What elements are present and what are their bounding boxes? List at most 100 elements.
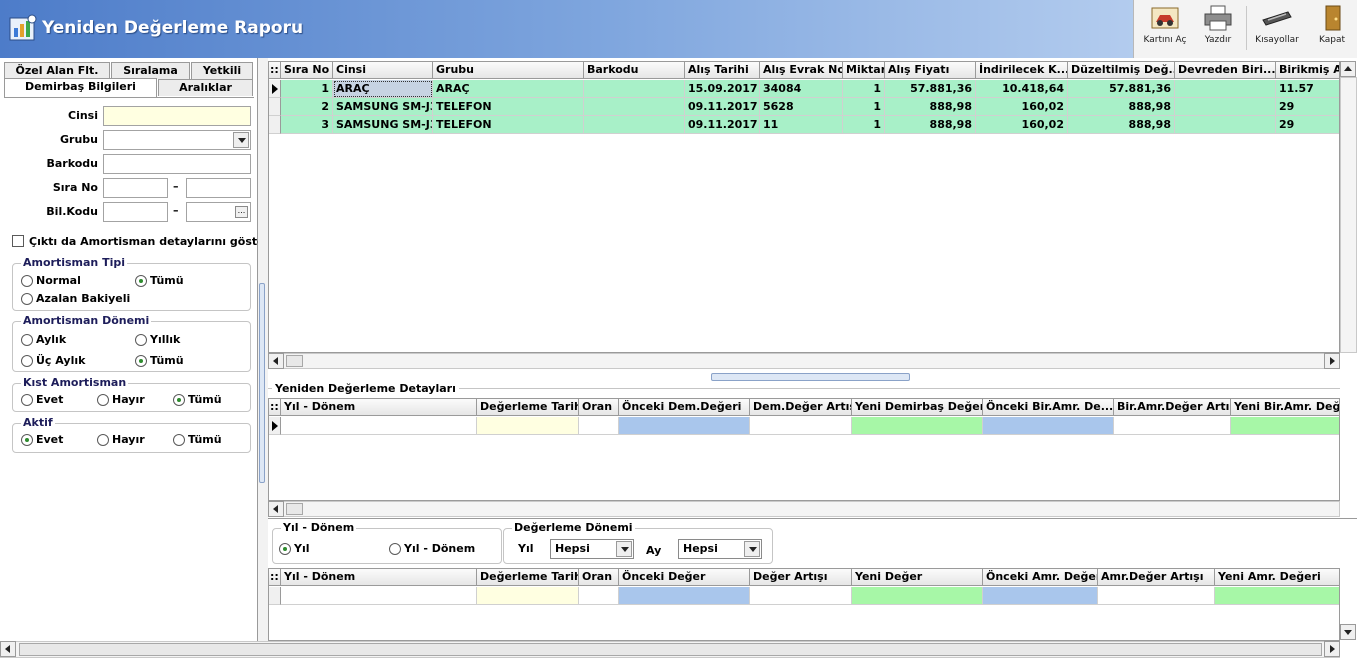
table-cell[interactable]: 888,98 bbox=[885, 116, 976, 134]
table-cell[interactable] bbox=[584, 116, 685, 134]
table-cell[interactable]: ARAÇ bbox=[333, 80, 433, 98]
column-header[interactable]: Yeni Değer bbox=[852, 569, 983, 586]
column-header[interactable]: Oran bbox=[579, 569, 619, 586]
table-cell[interactable] bbox=[281, 417, 477, 435]
table-cell[interactable]: 29 bbox=[1276, 116, 1339, 134]
current-row-indicator[interactable] bbox=[269, 417, 281, 435]
table-cell[interactable] bbox=[619, 417, 750, 435]
table-cell[interactable]: 09.11.2017 bbox=[685, 98, 760, 116]
window-scroll-thumb[interactable] bbox=[19, 643, 1322, 656]
column-header[interactable]: Grubu bbox=[433, 62, 584, 79]
table-cell[interactable]: 57.881,36 bbox=[1068, 80, 1175, 98]
dep-type-normal-radio[interactable] bbox=[21, 275, 33, 287]
active-all-radio[interactable] bbox=[173, 434, 185, 446]
column-header[interactable]: Yıl - Dönem bbox=[281, 399, 477, 416]
table-cell[interactable]: 34084 bbox=[760, 80, 843, 98]
main-vscroll-track[interactable] bbox=[1340, 77, 1357, 353]
year-select[interactable]: Hepsi bbox=[550, 539, 634, 559]
column-header[interactable]: Sıra No bbox=[281, 62, 333, 79]
column-header[interactable]: Alış Fiyatı bbox=[885, 62, 976, 79]
table-cell[interactable]: 1 bbox=[843, 80, 885, 98]
column-header[interactable]: Alış Evrak No bbox=[760, 62, 843, 79]
column-header[interactable]: Yıl - Dönem bbox=[281, 569, 477, 586]
table-cell[interactable] bbox=[852, 587, 983, 605]
column-header[interactable]: Birikmiş A... bbox=[1276, 62, 1339, 79]
column-header[interactable]: Değerleme Tarihi bbox=[477, 399, 579, 416]
table-cell[interactable] bbox=[750, 417, 852, 435]
tab-sort[interactable]: Sıralama bbox=[111, 62, 190, 79]
table-cell[interactable]: 11.57 bbox=[1276, 80, 1339, 98]
column-header[interactable]: İndirilecek K... bbox=[976, 62, 1068, 79]
open-card-button[interactable]: Kartını Aç bbox=[1140, 4, 1190, 54]
details-scroll-thumb[interactable] bbox=[286, 503, 303, 515]
column-header[interactable]: Düzeltilmiş Değ... bbox=[1068, 62, 1175, 79]
main-scroll-up[interactable] bbox=[1340, 61, 1356, 77]
column-header[interactable]: Alış Tarihi bbox=[685, 62, 760, 79]
table-cell[interactable]: 160,02 bbox=[976, 98, 1068, 116]
shortcuts-button[interactable]: Kısayollar bbox=[1252, 4, 1302, 54]
partial-no-radio[interactable] bbox=[97, 394, 109, 406]
main-scroll-right[interactable] bbox=[1324, 353, 1340, 369]
type-input[interactable] bbox=[103, 106, 251, 126]
table-cell[interactable]: TELEFON bbox=[433, 116, 584, 134]
table-cell[interactable] bbox=[1175, 98, 1276, 116]
table-cell[interactable] bbox=[477, 587, 579, 605]
column-header[interactable]: Önceki Amr. Değeri bbox=[983, 569, 1098, 586]
table-cell[interactable]: 10.418,64 bbox=[976, 80, 1068, 98]
table-cell[interactable]: 3 bbox=[281, 116, 333, 134]
dep-period-monthly-radio[interactable] bbox=[21, 334, 33, 346]
table-cell[interactable] bbox=[983, 587, 1098, 605]
table-cell[interactable] bbox=[1215, 587, 1339, 605]
main-scroll-thumb[interactable] bbox=[286, 355, 303, 367]
dep-period-all-radio[interactable] bbox=[135, 355, 147, 367]
table-cell[interactable]: 1 bbox=[281, 80, 333, 98]
table-cell[interactable] bbox=[579, 417, 619, 435]
column-header[interactable]: Önceki Bir.Amr. De... bbox=[983, 399, 1114, 416]
partial-all-radio[interactable] bbox=[173, 394, 185, 406]
table-cell[interactable]: 1 bbox=[843, 98, 885, 116]
table-cell[interactable] bbox=[1175, 80, 1276, 98]
table-cell[interactable]: SAMSUNG SM-J3 bbox=[333, 98, 433, 116]
table-cell[interactable]: 2 bbox=[281, 98, 333, 116]
column-header[interactable]: Barkodu bbox=[584, 62, 685, 79]
bottom-scroll-down[interactable] bbox=[1340, 624, 1356, 640]
table-cell[interactable] bbox=[584, 98, 685, 116]
table-cell[interactable] bbox=[750, 587, 852, 605]
column-header[interactable]: Önceki Dem.Değeri bbox=[619, 399, 750, 416]
column-header[interactable]: Amr.Değer Artışı bbox=[1098, 569, 1215, 586]
splitter-grip[interactable] bbox=[259, 283, 265, 483]
partial-yes-radio[interactable] bbox=[21, 394, 33, 406]
vertical-splitter-grip[interactable] bbox=[711, 373, 910, 381]
row-indicator[interactable] bbox=[269, 98, 281, 116]
details-scroll-left[interactable] bbox=[268, 501, 284, 517]
barcode-input[interactable] bbox=[103, 154, 251, 174]
table-cell[interactable]: 29 bbox=[1276, 98, 1339, 116]
table-cell[interactable]: 888,98 bbox=[885, 98, 976, 116]
table-cell[interactable] bbox=[584, 80, 685, 98]
table-cell[interactable]: 888,98 bbox=[1068, 116, 1175, 134]
table-cell[interactable] bbox=[1098, 587, 1215, 605]
column-header[interactable]: Yeni Demirbaş Değeri bbox=[852, 399, 983, 416]
show-details-checkbox[interactable] bbox=[12, 235, 24, 247]
table-cell[interactable]: 888,98 bbox=[1068, 98, 1175, 116]
group-select[interactable] bbox=[103, 130, 251, 150]
table-cell[interactable] bbox=[477, 417, 579, 435]
chevron-down-icon[interactable] bbox=[616, 541, 632, 557]
chevron-down-icon[interactable] bbox=[744, 541, 760, 557]
chevron-down-icon[interactable] bbox=[233, 132, 249, 148]
column-header[interactable]: Önceki Değer bbox=[619, 569, 750, 586]
table-cell[interactable] bbox=[852, 417, 983, 435]
column-header[interactable]: Değerleme Tarihi bbox=[477, 569, 579, 586]
table-cell[interactable]: 5628 bbox=[760, 98, 843, 116]
main-scroll-left[interactable] bbox=[268, 353, 284, 369]
accounting-code-to-input[interactable]: ... bbox=[186, 202, 251, 222]
table-cell[interactable] bbox=[281, 587, 477, 605]
seq-to-input[interactable] bbox=[186, 178, 251, 198]
row-indicator[interactable] bbox=[269, 587, 281, 605]
table-cell[interactable]: SAMSUNG SM-J3 bbox=[333, 116, 433, 134]
table-cell[interactable]: 09.11.2017 bbox=[685, 116, 760, 134]
table-cell[interactable]: ARAÇ bbox=[433, 80, 584, 98]
main-hscroll[interactable] bbox=[268, 353, 1340, 369]
tab-ranges[interactable]: Aralıklar bbox=[158, 79, 253, 96]
table-cell[interactable]: 11 bbox=[760, 116, 843, 134]
